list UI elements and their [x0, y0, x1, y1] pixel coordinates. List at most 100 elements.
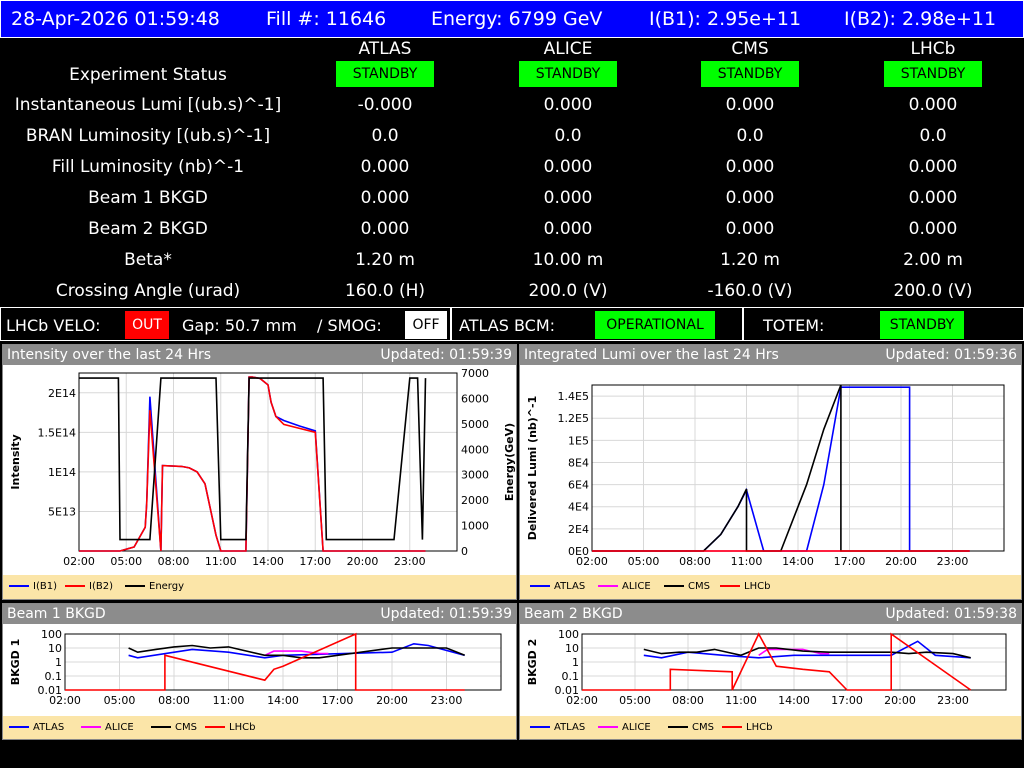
x-tick-label: 23:00 — [937, 555, 969, 568]
crossing-angle-alice: 200.0 (V) — [528, 281, 608, 301]
beam1-bkgd-lhcb: 0.000 — [908, 188, 958, 208]
x-tick-label: 23:00 — [431, 694, 463, 707]
status-badge-lhcb: STANDBY — [884, 61, 982, 87]
y-tick-label: 5E13 — [48, 505, 76, 518]
legend-label-lhcb: LHCb — [744, 581, 771, 592]
x-tick-label: 17:00 — [299, 555, 331, 568]
legend-swatch-alice — [81, 726, 101, 728]
detector-status-bar: LHCb VELO: OUT Gap: 50.7 mm / SMOG: OFF … — [0, 307, 1024, 341]
x-tick-label: 14:00 — [778, 694, 810, 707]
y-tick-label: 1E5 — [568, 434, 589, 447]
header-bar: 28-Apr-2026 01:59:48 Fill #: 11646 Energ… — [0, 0, 1024, 38]
row-label-fill-lumi: Fill Luminosity (nb)^-1 — [51, 157, 245, 177]
legend-swatch-ib2 — [65, 585, 85, 587]
x-tick-label: 11:00 — [205, 555, 237, 568]
y-tick-label: 0.1 — [562, 670, 580, 683]
legend-item-ib1: I(B1) — [9, 581, 57, 592]
series-line-ib1 — [79, 376, 426, 552]
legend-label-lhcb: LHCb — [746, 722, 773, 733]
y-tick-label: 1.4E5 — [558, 390, 589, 403]
y-tick-label: 1.5E14 — [38, 426, 76, 439]
row-label-beam1-bkgd: Beam 1 BKGD — [88, 188, 208, 208]
crossing-angle-cms: -160.0 (V) — [707, 281, 793, 301]
legend-swatch-atlas — [530, 726, 550, 728]
legend-label-ib2: I(B2) — [89, 581, 113, 592]
legend-item-alice: ALICE — [598, 722, 651, 733]
bkgd2-legend: ATLAS ALICE CMS LHCb — [520, 716, 1021, 739]
x-tick-label: 20:00 — [885, 555, 917, 568]
inst-lumi-alice: 0.000 — [543, 95, 593, 115]
y-tick-label: 2E14 — [48, 387, 76, 400]
y-tick-label: 4E4 — [568, 501, 589, 514]
lumi-legend: ATLAS ALICE CMS LHCb — [520, 575, 1021, 599]
legend-label-energy: Energy — [149, 581, 185, 592]
legend-item-lhcb: LHCb — [205, 722, 255, 733]
status-badge-alice: STANDBY — [519, 61, 617, 87]
x-tick-label: 23:00 — [394, 555, 426, 568]
experiment-header-lhcb: LHCb — [910, 39, 956, 59]
y-axis-label: BKGD 2 — [526, 639, 539, 686]
x-tick-label: 05:00 — [104, 694, 136, 707]
x-tick-label: 17:00 — [322, 694, 354, 707]
smog-label: / SMOG: — [317, 316, 382, 335]
legend-swatch-energy — [125, 585, 145, 587]
x-tick-label: 20:00 — [376, 694, 408, 707]
beam1-bkgd-panel: Beam 1 BKGD Updated: 01:59:39 02:00 05:00… — [2, 603, 517, 740]
beam2-bkgd-lhcb: 0.000 — [908, 219, 958, 239]
legend-swatch-atlas — [9, 726, 29, 728]
inst-lumi-cms: 0.000 — [725, 95, 775, 115]
x-tick-label: 20:00 — [347, 555, 379, 568]
bkgd1-panel-title: Beam 1 BKGD — [7, 606, 106, 622]
beam1-bkgd-atlas: 0.000 — [360, 188, 410, 208]
bkgd1-legend: ATLAS ALICE CMS LHCb — [3, 716, 516, 739]
y-tick-label: 100 — [558, 628, 579, 641]
experiment-header-atlas: ATLAS — [358, 39, 412, 59]
legend-item-atlas: ATLAS — [530, 581, 585, 592]
y-tick-label: 6E4 — [568, 479, 589, 492]
datetime: 28-Apr-2026 01:59:48 — [11, 8, 220, 30]
bcm-label: ATLAS BCM: — [459, 316, 556, 335]
inst-lumi-lhcb: 0.000 — [908, 95, 958, 115]
beam2-bkgd-atlas: 0.000 — [360, 219, 410, 239]
legend-item-cms: CMS — [664, 581, 710, 592]
legend-label-alice: ALICE — [622, 581, 651, 592]
intensity-panel-title: Intensity over the last 24 Hrs — [7, 347, 212, 363]
lumi-chart: 02:00 05:00 08:00 11:00 14:00 17:00 20:00 23:00… — [526, 384, 1005, 568]
y-tick-label: 1.2E5 — [558, 412, 589, 425]
series-line-atlas — [592, 386, 970, 552]
velo-state-badge: OUT — [125, 311, 169, 339]
bran-lumi-cms: 0.0 — [736, 126, 764, 146]
bkgd2-panel-title: Beam 2 BKGD — [524, 606, 623, 622]
legend-swatch-atlas — [530, 585, 550, 587]
status-badge-cms: STANDBY — [701, 61, 799, 87]
crossing-angle-atlas: 160.0 (H) — [344, 281, 426, 301]
beta-star-alice: 10.00 m — [532, 250, 604, 270]
x-tick-label: 11:00 — [731, 555, 763, 568]
bkgd1-panel-updated: Updated: 01:59:39 — [380, 606, 512, 622]
crossing-angle-lhcb: 200.0 (V) — [893, 281, 973, 301]
x-tick-label: 08:00 — [679, 555, 711, 568]
x-tick-label: 23:00 — [937, 694, 969, 707]
legend-swatch-ib1 — [9, 585, 29, 587]
totem-state-badge: STANDBY — [880, 311, 964, 339]
row-label-crossing-angle: Crossing Angle (urad) — [55, 281, 241, 301]
legend-item-atlas: ATLAS — [530, 722, 585, 733]
intensity-legend: I(B1) I(B2) Energy — [3, 575, 516, 599]
legend-swatch-lhcb — [720, 585, 740, 587]
y-tick-label: 100 — [41, 628, 62, 641]
y2-tick-label: 1000 — [461, 520, 489, 533]
beam1-bkgd-alice: 0.000 — [543, 188, 593, 208]
bran-lumi-atlas: 0.0 — [371, 126, 399, 146]
x-tick-label: 11:00 — [213, 694, 245, 707]
row-label-bran-lumi: BRAN Luminosity [(ub.s)^-1] — [25, 126, 271, 146]
legend-item-ib2: I(B2) — [65, 581, 113, 592]
intensity-panel-header: Intensity over the last 24 Hrs Updated: … — [3, 345, 516, 365]
velo-gap: Gap: 50.7 mm — [182, 316, 297, 335]
velo-label: LHCb VELO: — [6, 316, 101, 335]
experiment-status-table: ATLAS ALICE CMS LHCb Experiment Status S… — [0, 38, 1024, 306]
totem-label: TOTEM: — [763, 316, 825, 335]
x-tick-label: 11:00 — [725, 694, 757, 707]
bkgd1-panel-header: Beam 1 BKGD Updated: 01:59:39 — [3, 604, 516, 624]
y2-tick-label: 3000 — [461, 469, 489, 482]
x-tick-label: 14:00 — [267, 694, 299, 707]
